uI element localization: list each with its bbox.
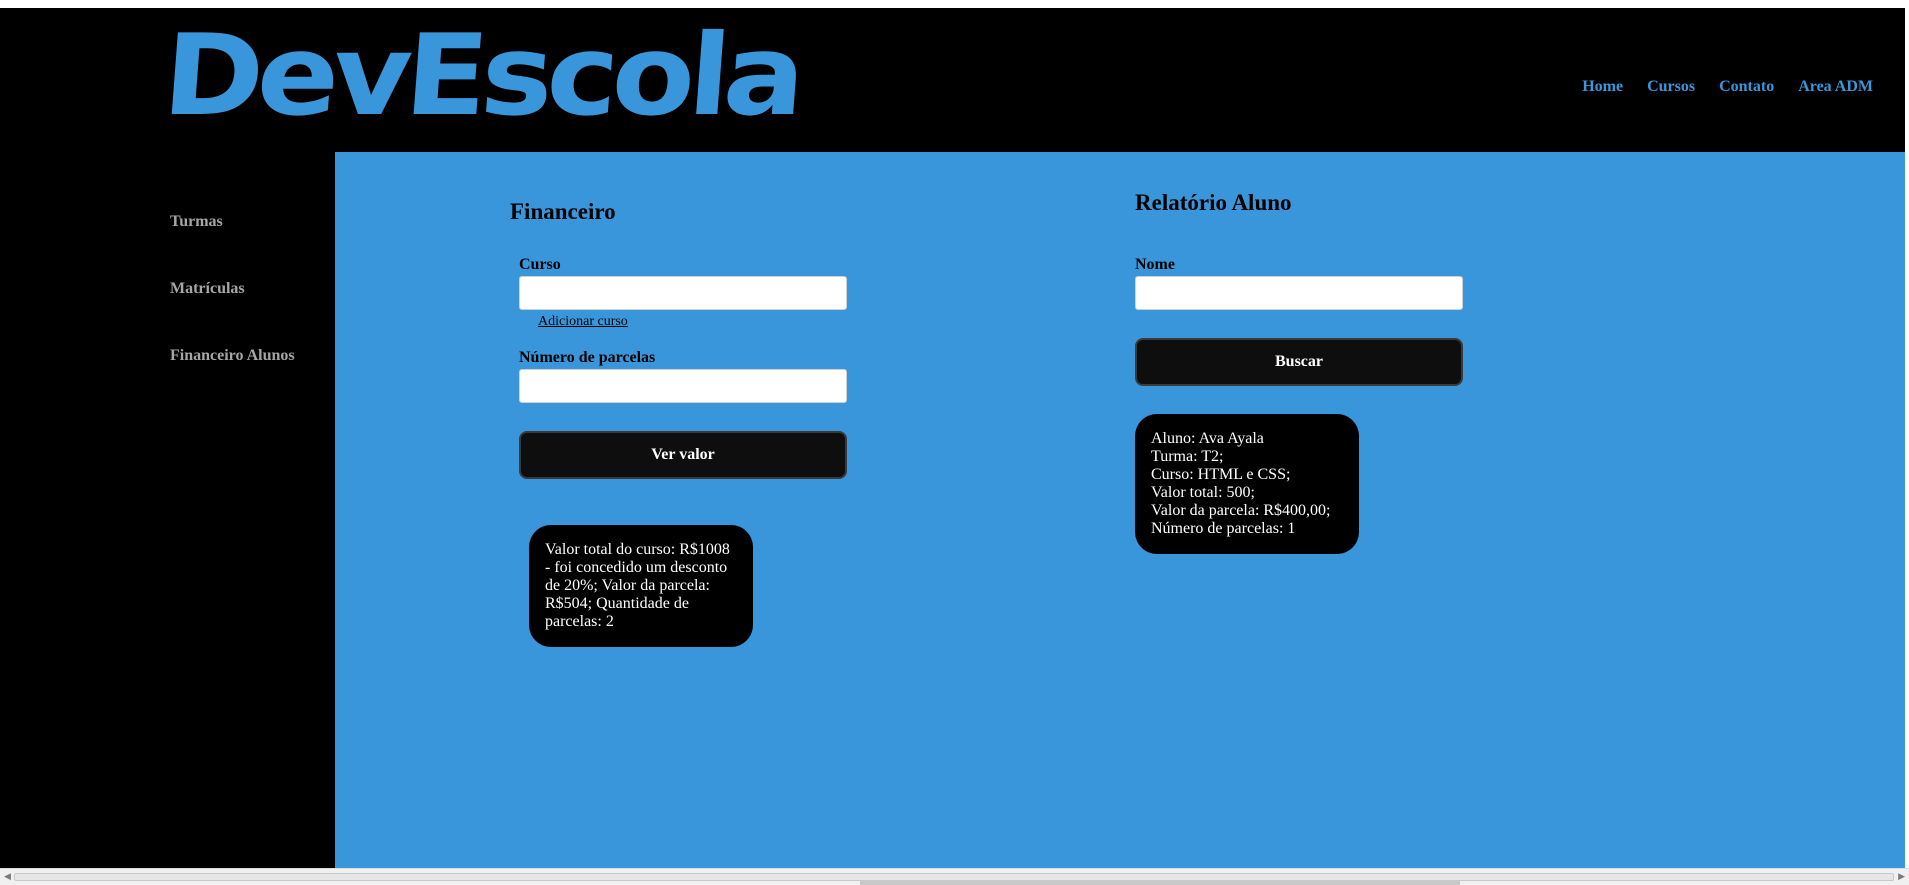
result-line: Valor total do curso: R$1008 [545, 541, 730, 558]
nome-input[interactable] [1135, 276, 1463, 310]
result-line: R$504; Quantidade de [545, 595, 689, 612]
nav-link-contato[interactable]: Contato [1719, 78, 1774, 96]
site-logo[interactable]: DevEscola [159, 11, 804, 141]
add-course-link[interactable]: Adicionar curso [538, 314, 628, 330]
financeiro-result-card: Valor total do curso: R$1008 - foi conce… [529, 525, 753, 647]
ver-valor-button[interactable]: Ver valor [519, 431, 847, 479]
relatorio-title: Relatório Aluno [1135, 190, 1292, 215]
result-line: Aluno: Ava Ayala [1151, 430, 1264, 447]
bottom-divider [860, 881, 1460, 885]
parcelas-label: Número de parcelas [519, 349, 656, 366]
result-line: Turma: T2; [1151, 448, 1224, 465]
curso-input[interactable] [519, 276, 847, 310]
curso-label: Curso [519, 256, 561, 273]
sidebar-item-turmas[interactable]: Turmas [170, 213, 223, 231]
parcelas-input[interactable] [519, 369, 847, 403]
result-line: Valor total: 500; [1151, 484, 1255, 501]
scroll-left-icon[interactable]: ◀ [4, 872, 11, 882]
site-header: DevEscola Home Cursos Contato Area ADM [0, 8, 1905, 152]
top-border [0, 0, 1909, 8]
right-edge [1905, 8, 1909, 868]
result-line: parcelas: 2 [545, 613, 614, 630]
sidebar-item-financeiro-alunos[interactable]: Financeiro Alunos [170, 347, 295, 365]
buscar-button[interactable]: Buscar [1135, 338, 1463, 386]
result-line: - foi concedido um desconto [545, 559, 728, 576]
main-content: Financeiro Curso Adicionar curso Número … [335, 152, 1905, 868]
nav-link-cursos[interactable]: Cursos [1647, 78, 1695, 96]
result-line: Valor da parcela: R$400,00; [1151, 502, 1331, 519]
result-line: Curso: HTML e CSS; [1151, 466, 1291, 483]
scroll-right-icon[interactable]: ▶ [1898, 872, 1905, 882]
main-nav: Home Cursos Contato Area ADM [1582, 78, 1873, 96]
nav-link-area-adm[interactable]: Area ADM [1798, 78, 1873, 96]
result-line: Número de parcelas: 1 [1151, 520, 1296, 537]
financeiro-title: Financeiro [510, 199, 616, 224]
sidebar-item-matriculas[interactable]: Matrículas [170, 280, 245, 298]
nome-label: Nome [1135, 256, 1175, 273]
result-line: de 20%; Valor da parcela: [545, 577, 710, 594]
scrollbar-thumb[interactable] [14, 873, 1894, 881]
nav-link-home[interactable]: Home [1582, 78, 1623, 96]
relatorio-result-card: Aluno: Ava Ayala Turma: T2; Curso: HTML … [1135, 414, 1359, 554]
admin-sidebar: Turmas Matrículas Financeiro Alunos [0, 152, 335, 868]
